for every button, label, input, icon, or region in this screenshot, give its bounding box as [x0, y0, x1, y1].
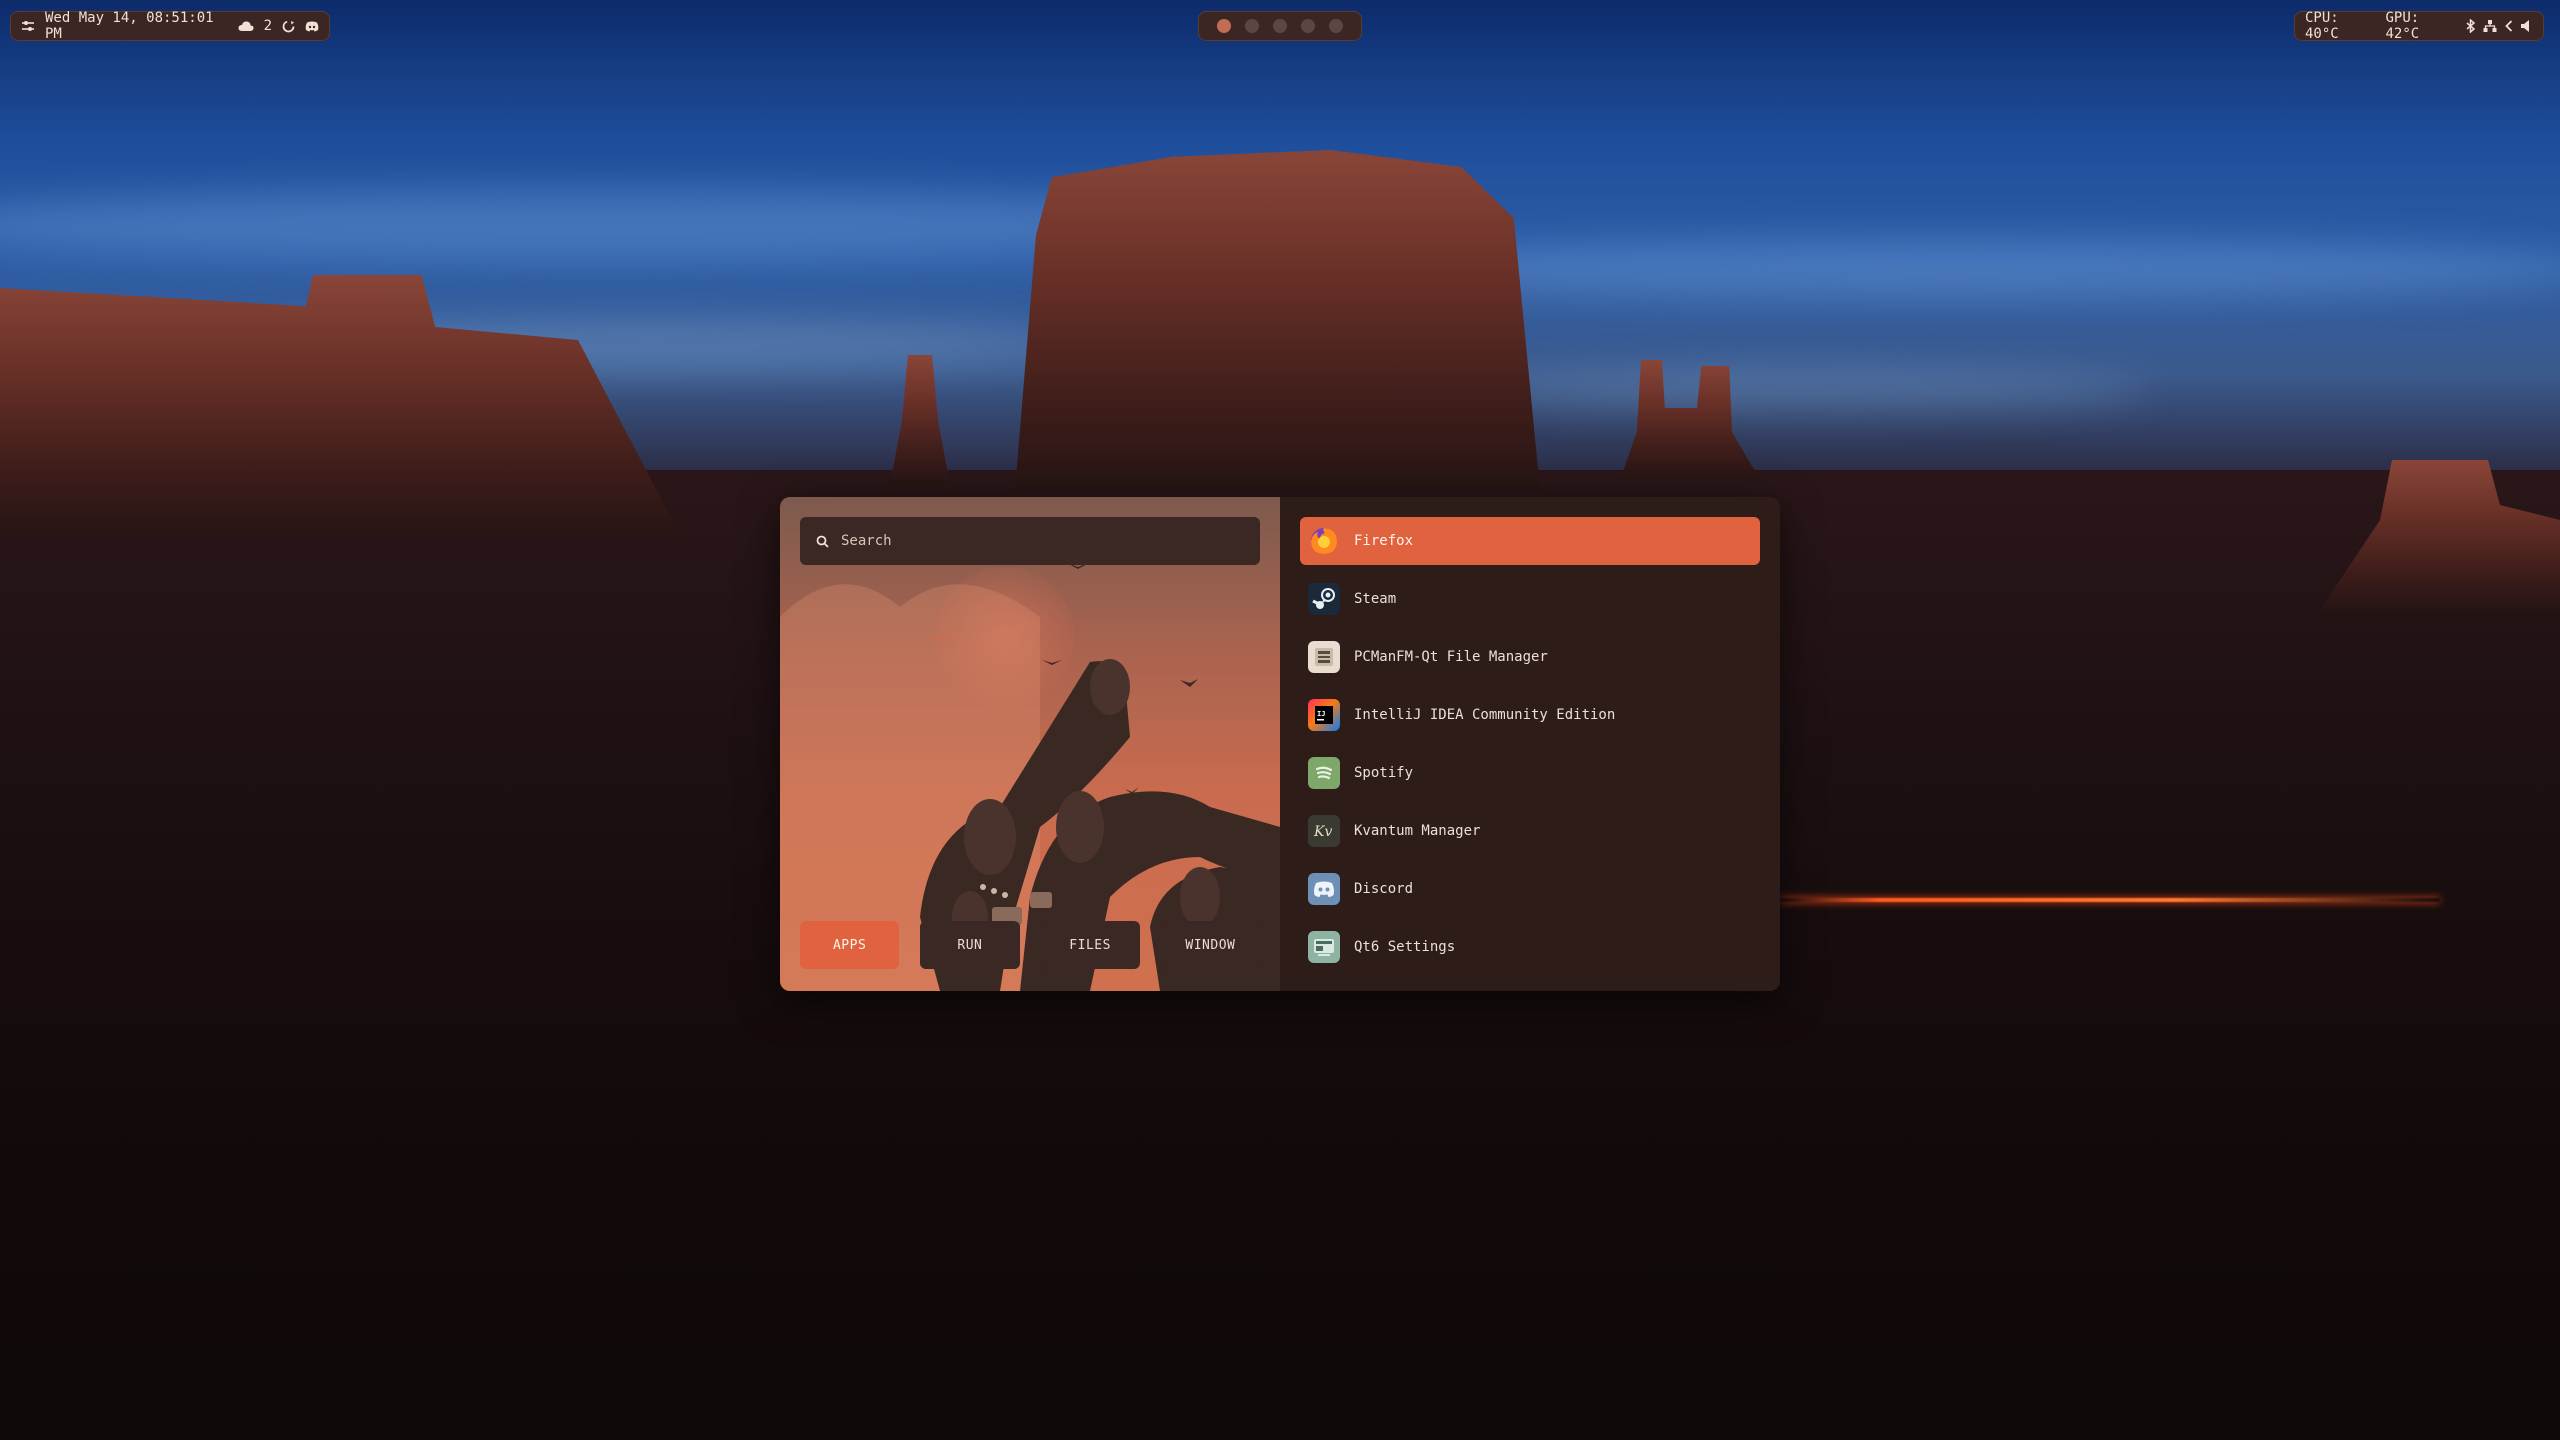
firefox-icon — [1308, 525, 1340, 557]
wallpaper-spire — [890, 355, 950, 485]
app-item-spotify[interactable]: Spotify — [1300, 749, 1760, 797]
gpu-temperature: GPU: 42°C — [2385, 10, 2420, 42]
app-label: Kvantum Manager — [1354, 823, 1481, 839]
app-item-qt6-settings[interactable]: Qt6 Settings — [1300, 923, 1760, 971]
app-label: Discord — [1354, 881, 1414, 897]
clock-datetime[interactable]: Wed May 14, 08:51:01 PM — [45, 10, 228, 42]
mode-window-button[interactable]: WINDOW — [1160, 921, 1260, 969]
cloud-icon[interactable] — [238, 20, 254, 32]
launcher-art-panel: APPS RUN FILES WINDOW — [780, 497, 1280, 991]
workspace-1-indicator[interactable] — [1217, 19, 1231, 33]
mode-apps-button[interactable]: APPS — [800, 921, 900, 969]
status-pill-right: CPU: 40°C GPU: 42°C — [2294, 10, 2544, 42]
cloud-count: 2 — [263, 18, 272, 34]
wallpaper-cloud — [1450, 370, 2150, 410]
desktop: Wed May 14, 08:51:01 PM 2 CPU: 40°C GPU:… — [0, 0, 2560, 1440]
status-pill-left: Wed May 14, 08:51:01 PM 2 — [10, 10, 330, 42]
app-label: PCManFM-Qt File Manager — [1354, 649, 1548, 665]
app-list: Firefox Steam PCManFM-Qt File Manager IJ — [1280, 497, 1780, 991]
sync-icon[interactable] — [282, 20, 295, 33]
search-icon — [816, 535, 829, 548]
workspace-4-indicator[interactable] — [1301, 19, 1315, 33]
mode-run-button[interactable]: RUN — [920, 921, 1020, 969]
svg-text:Kv: Kv — [1313, 824, 1332, 840]
app-label: IntelliJ IDEA Community Edition — [1354, 707, 1616, 723]
app-item-discord[interactable]: Discord — [1300, 865, 1760, 913]
app-label: Spotify — [1354, 765, 1414, 781]
intellij-icon: IJ — [1308, 699, 1340, 731]
workspace-5-indicator[interactable] — [1329, 19, 1343, 33]
search-field[interactable] — [800, 517, 1260, 565]
wallpaper-light-trail — [1780, 898, 2440, 902]
settings-sliders-icon[interactable] — [21, 19, 35, 33]
launcher-mode-bar: APPS RUN FILES WINDOW — [800, 921, 1260, 969]
workspace-switcher — [1198, 11, 1362, 41]
steam-icon — [1308, 583, 1340, 615]
discord-tray-icon[interactable] — [305, 21, 319, 32]
wallpaper-mesa — [0, 275, 680, 535]
search-input[interactable] — [839, 532, 1243, 550]
spotify-icon — [1308, 757, 1340, 789]
app-label: Qt6 Settings — [1354, 939, 1456, 955]
artwork-illustration — [780, 562, 1280, 991]
discord-icon — [1308, 873, 1340, 905]
wallpaper-mesa — [1015, 150, 1540, 490]
network-icon[interactable] — [2483, 19, 2497, 33]
app-item-pcmanfm[interactable]: PCManFM-Qt File Manager — [1300, 633, 1760, 681]
volume-icon[interactable] — [2521, 20, 2533, 32]
app-item-intellij[interactable]: IJ IntelliJ IDEA Community Edition — [1300, 691, 1760, 739]
mode-files-button[interactable]: FILES — [1040, 921, 1140, 969]
app-item-steam[interactable]: Steam — [1300, 575, 1760, 623]
workspace-2-indicator[interactable] — [1245, 19, 1259, 33]
app-launcher: APPS RUN FILES WINDOW Firefox Steam — [780, 497, 1780, 991]
app-item-kvantum[interactable]: Kv Kvantum Manager — [1300, 807, 1760, 855]
bluetooth-icon[interactable] — [2466, 19, 2475, 33]
kvantum-icon: Kv — [1308, 815, 1340, 847]
app-label: Firefox — [1354, 533, 1414, 549]
svg-text:IJ: IJ — [1317, 710, 1325, 718]
cpu-temperature: CPU: 40°C — [2305, 10, 2339, 42]
app-label: Steam — [1354, 591, 1397, 607]
workspace-3-indicator[interactable] — [1273, 19, 1287, 33]
app-item-firefox[interactable]: Firefox — [1300, 517, 1760, 565]
file-manager-icon — [1308, 641, 1340, 673]
qt-settings-icon — [1308, 931, 1340, 963]
chevron-left-icon[interactable] — [2505, 20, 2513, 32]
